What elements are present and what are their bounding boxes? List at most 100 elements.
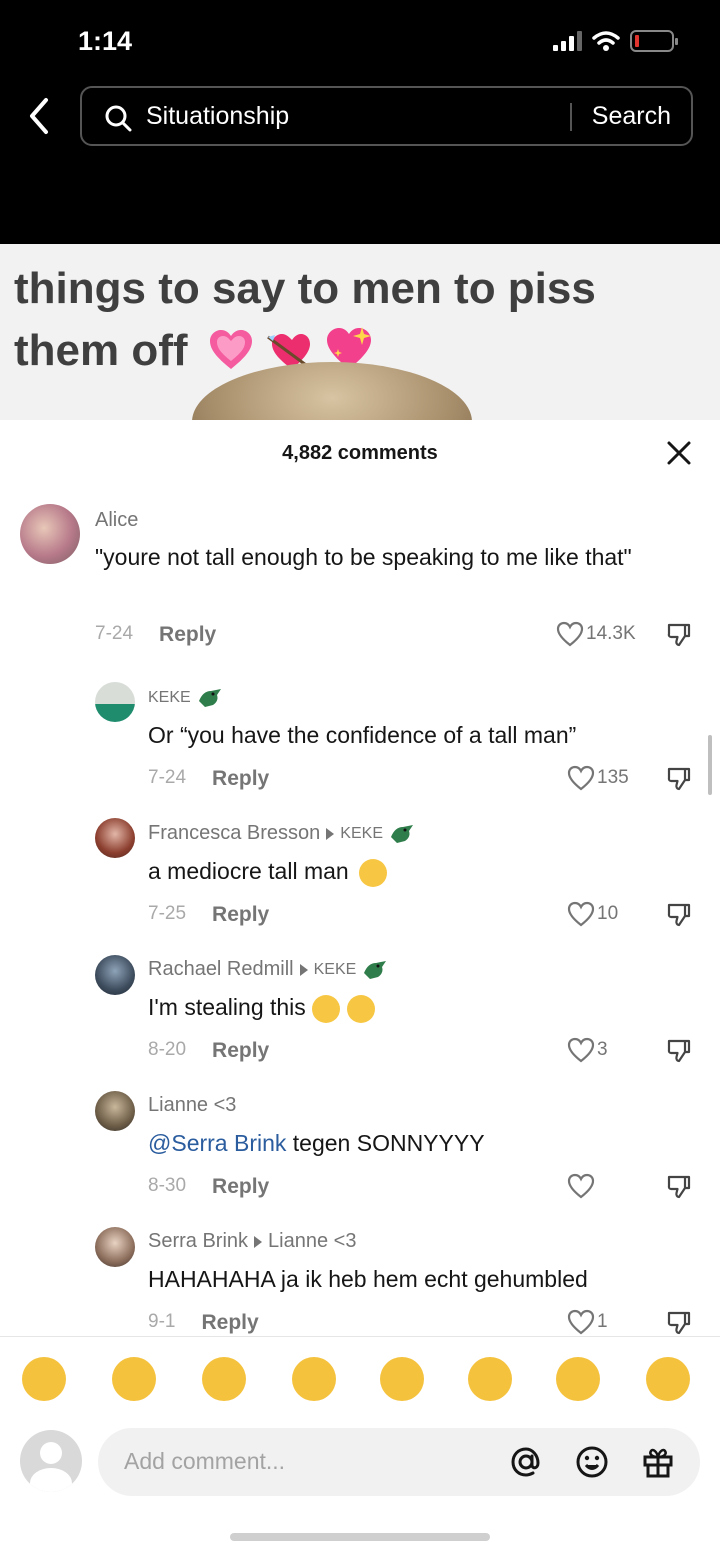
flushed-face-icon[interactable] (22, 1357, 66, 1401)
heart-outline-icon (567, 1309, 595, 1335)
comment-text-body: a mediocre tall man (148, 858, 349, 884)
pink-heart-icon (209, 330, 252, 369)
heart-outline-icon (567, 1173, 595, 1199)
avatar[interactable] (95, 955, 135, 995)
tears-of-joy-icon (346, 994, 375, 1023)
comment-username[interactable]: Rachael Redmill KEKE (148, 958, 388, 981)
comment-username[interactable]: Francesca Bresson KEKE (148, 822, 415, 845)
comment-date: 8-20 (148, 1039, 187, 1060)
username-text[interactable]: Lianne <3 (148, 1094, 236, 1117)
heart-outline-icon (567, 1037, 595, 1063)
close-icon[interactable] (666, 440, 692, 466)
heart-outline-icon (567, 765, 595, 791)
battery-icon (630, 30, 678, 52)
reply-arrow-icon (254, 1235, 263, 1248)
comment-text-body: I'm stealing this (148, 994, 306, 1020)
grinning-sweat-icon (359, 858, 388, 887)
comment-date: 7-24 (148, 767, 187, 788)
search-icon (105, 105, 132, 132)
like-button[interactable] (567, 1173, 597, 1199)
crocodile-icon (364, 960, 387, 979)
comment-meta: 7-24 Reply (148, 767, 269, 791)
reply-to-user[interactable]: KEKE (314, 961, 357, 979)
like-count: 14.3K (586, 623, 636, 644)
reply-button[interactable]: Reply (212, 903, 269, 927)
wifi-icon (592, 31, 620, 51)
comment-text: "youre not tall enough to be speaking to… (95, 544, 632, 570)
grinning-sweat-icon[interactable] (468, 1357, 512, 1401)
comment-username[interactable]: Lianne <3 (148, 1094, 236, 1117)
avatar[interactable] (95, 682, 135, 722)
mention-icon[interactable] (508, 1444, 544, 1480)
my-avatar[interactable] (20, 1430, 82, 1492)
like-button[interactable]: 135 (567, 765, 629, 791)
back-arrow-icon[interactable] (26, 96, 50, 136)
dislike-icon[interactable] (666, 902, 692, 928)
search-bar[interactable]: Situationship Search (80, 86, 693, 146)
pleading-face-icon[interactable] (556, 1357, 600, 1401)
like-count: 135 (597, 767, 629, 788)
reply-button[interactable]: Reply (212, 1175, 269, 1199)
like-button[interactable]: 1 (567, 1309, 608, 1335)
crocodile-icon (390, 824, 413, 843)
username-text[interactable]: KEKE (148, 689, 191, 707)
grinning-face-icon[interactable] (112, 1357, 156, 1401)
relieved-face-icon[interactable] (646, 1357, 690, 1401)
username-text[interactable]: Francesca Bresson (148, 822, 320, 845)
username-text[interactable]: Rachael Redmill (148, 958, 294, 981)
reply-to-user[interactable]: KEKE (340, 825, 383, 843)
dislike-icon[interactable] (666, 1038, 692, 1064)
heart-outline-icon (567, 901, 595, 927)
dislike-icon[interactable] (666, 766, 692, 792)
search-query[interactable]: Situationship (146, 102, 289, 131)
username-text[interactable]: Serra Brink (148, 1230, 248, 1253)
emoji-quick-bar (0, 1336, 720, 1424)
like-button[interactable]: 3 (567, 1037, 608, 1063)
status-time: 1:14 (78, 26, 133, 56)
reply-button[interactable]: Reply (212, 767, 269, 791)
crocodile-icon (198, 689, 221, 707)
heart-outline-icon (556, 621, 584, 647)
comment-username[interactable]: Alice (95, 509, 138, 532)
scrollbar[interactable] (708, 735, 712, 795)
username-text[interactable]: Alice (95, 509, 138, 532)
reply-to-user[interactable]: Lianne <3 (268, 1230, 356, 1253)
avatar[interactable] (95, 1091, 135, 1131)
like-count: 1 (597, 1311, 608, 1332)
like-count: 10 (597, 903, 619, 924)
comment-composer: Add comment... (0, 1424, 720, 1504)
smiling-face-hearts-icon[interactable] (202, 1357, 246, 1401)
gift-icon[interactable] (640, 1444, 676, 1480)
comment-username[interactable]: KEKE (148, 687, 223, 709)
tears-of-joy-icon[interactable] (292, 1357, 336, 1401)
emoji-picker-icon[interactable] (574, 1444, 610, 1480)
video-preview[interactable]: things to say to men to piss them off (0, 244, 720, 420)
dislike-icon[interactable] (666, 1310, 692, 1336)
comment-text: HAHAHAHA ja ik heb hem echt gehumbled (148, 1266, 588, 1292)
reply-button[interactable]: Reply (201, 1311, 258, 1335)
signal-icon (553, 31, 582, 51)
reply-button[interactable]: Reply (212, 1039, 269, 1063)
mention-link[interactable]: @Serra Brink (148, 1130, 286, 1156)
dislike-icon[interactable] (666, 1174, 692, 1200)
smirking-face-icon[interactable] (380, 1357, 424, 1401)
reply-button[interactable]: Reply (159, 623, 216, 647)
avatar[interactable] (95, 1227, 135, 1267)
comment-meta: 8-30 Reply (148, 1175, 269, 1199)
reply-arrow-icon (326, 827, 335, 840)
like-button[interactable]: 10 (567, 901, 618, 927)
avatar[interactable] (95, 818, 135, 858)
comment-text-body: tegen SONNYYYY (286, 1130, 485, 1156)
dislike-icon[interactable] (666, 622, 692, 648)
comment-meta: 7-24 Reply (95, 623, 216, 647)
comment-username[interactable]: Serra Brink Lianne <3 (148, 1230, 356, 1253)
status-icons (553, 30, 678, 52)
home-indicator[interactable] (230, 1533, 490, 1541)
comment-text: Or “you have the confidence of a tall ma… (148, 722, 577, 748)
comment-meta: 9-1 Reply (148, 1311, 259, 1335)
like-button[interactable]: 14.3K (556, 621, 636, 647)
add-comment-input[interactable]: Add comment... (98, 1428, 700, 1496)
search-button[interactable]: Search (592, 102, 671, 131)
comment-text: a mediocre tall man (148, 854, 388, 888)
avatar[interactable] (20, 504, 80, 564)
